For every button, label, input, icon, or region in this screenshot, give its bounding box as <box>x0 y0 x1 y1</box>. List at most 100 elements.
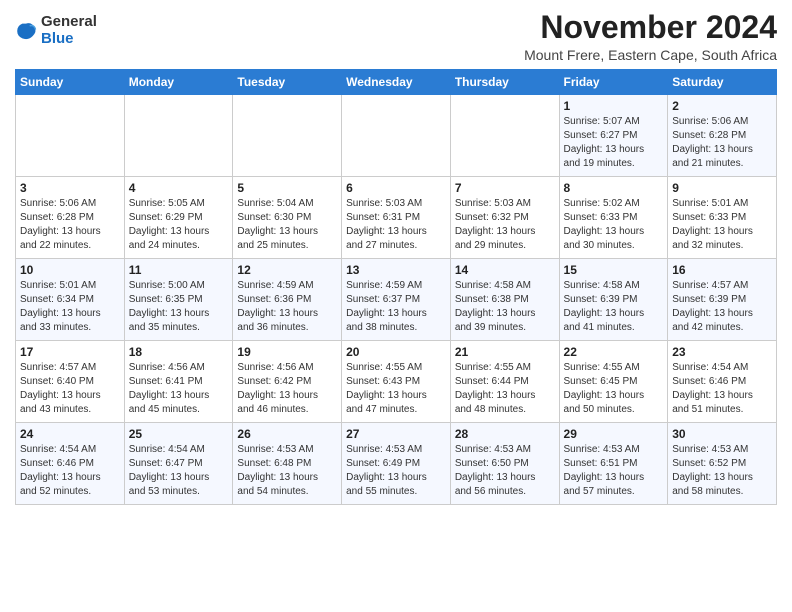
logo-general-text: General <box>41 14 97 31</box>
weekday-header-sunday: Sunday <box>16 70 125 95</box>
day-info: Sunrise: 5:01 AM Sunset: 6:34 PM Dayligh… <box>20 280 101 333</box>
calendar-cell: 29Sunrise: 4:53 AM Sunset: 6:51 PM Dayli… <box>559 423 668 505</box>
day-info: Sunrise: 5:03 AM Sunset: 6:32 PM Dayligh… <box>455 198 536 251</box>
day-info: Sunrise: 5:02 AM Sunset: 6:33 PM Dayligh… <box>564 198 645 251</box>
calendar-week-4: 17 Sunrise: 4:57 AM Sunset: 6:40 PM Dayli… <box>16 341 777 423</box>
day-info: Sunrise: 4:53 AM Sunset: 6:48 PM Dayligh… <box>237 444 318 497</box>
day-number: 11 <box>129 263 229 277</box>
day-number: 2 <box>672 99 772 113</box>
day-number: 21 <box>455 345 555 359</box>
logo-icon <box>15 20 37 42</box>
calendar-cell: 25 Sunrise: 4:54 AM Sunset: 6:47 PM Dayli… <box>124 423 233 505</box>
day-number: 23 <box>672 345 772 359</box>
day-info: Sunrise: 5:00 AM Sunset: 6:35 PM Dayligh… <box>129 280 210 333</box>
calendar-week-5: 24Sunrise: 4:54 AM Sunset: 6:46 PM Dayli… <box>16 423 777 505</box>
day-number: 22 <box>564 345 664 359</box>
calendar-cell: 12Sunrise: 4:59 AM Sunset: 6:36 PM Dayli… <box>233 259 342 341</box>
weekday-header-thursday: Thursday <box>450 70 559 95</box>
day-info: Sunrise: 4:55 AM Sunset: 6:45 PM Dayligh… <box>564 362 645 415</box>
day-info: Sunrise: 4:55 AM Sunset: 6:44 PM Dayligh… <box>455 362 536 415</box>
calendar-cell <box>342 95 451 177</box>
title-area: November 2024 Mount Frere, Eastern Cape,… <box>524 10 777 63</box>
day-info: Sunrise: 5:04 AM Sunset: 6:30 PM Dayligh… <box>237 198 318 251</box>
calendar-cell: 16 Sunrise: 4:57 AM Sunset: 6:39 PM Dayli… <box>668 259 777 341</box>
day-number: 19 <box>237 345 337 359</box>
weekday-row: SundayMondayTuesdayWednesdayThursdayFrid… <box>16 70 777 95</box>
day-number: 6 <box>346 181 446 195</box>
day-info: Sunrise: 4:54 AM Sunset: 6:47 PM Dayligh… <box>129 444 210 497</box>
calendar-cell: 23 Sunrise: 4:54 AM Sunset: 6:46 PM Dayli… <box>668 341 777 423</box>
calendar-body: 1 Sunrise: 5:07 AM Sunset: 6:27 PM Daylig… <box>16 95 777 505</box>
calendar-cell: 27 Sunrise: 4:53 AM Sunset: 6:49 PM Dayli… <box>342 423 451 505</box>
calendar-week-1: 1 Sunrise: 5:07 AM Sunset: 6:27 PM Daylig… <box>16 95 777 177</box>
weekday-header-monday: Monday <box>124 70 233 95</box>
day-info: Sunrise: 4:53 AM Sunset: 6:52 PM Dayligh… <box>672 444 753 497</box>
calendar-cell: 22 Sunrise: 4:55 AM Sunset: 6:45 PM Dayli… <box>559 341 668 423</box>
day-number: 27 <box>346 427 446 441</box>
day-info: Sunrise: 5:06 AM Sunset: 6:28 PM Dayligh… <box>20 198 101 251</box>
day-number: 16 <box>672 263 772 277</box>
calendar-cell: 7Sunrise: 5:03 AM Sunset: 6:32 PM Daylig… <box>450 177 559 259</box>
day-number: 24 <box>20 427 120 441</box>
calendar-cell: 5 Sunrise: 5:04 AM Sunset: 6:30 PM Daylig… <box>233 177 342 259</box>
day-number: 8 <box>564 181 664 195</box>
day-number: 10 <box>20 263 120 277</box>
calendar-cell: 18 Sunrise: 4:56 AM Sunset: 6:41 PM Dayli… <box>124 341 233 423</box>
calendar-cell: 24Sunrise: 4:54 AM Sunset: 6:46 PM Dayli… <box>16 423 125 505</box>
calendar-cell: 8 Sunrise: 5:02 AM Sunset: 6:33 PM Daylig… <box>559 177 668 259</box>
calendar-cell: 10 Sunrise: 5:01 AM Sunset: 6:34 PM Dayli… <box>16 259 125 341</box>
day-number: 9 <box>672 181 772 195</box>
day-number: 25 <box>129 427 229 441</box>
day-number: 13 <box>346 263 446 277</box>
weekday-header-wednesday: Wednesday <box>342 70 451 95</box>
day-info: Sunrise: 4:53 AM Sunset: 6:49 PM Dayligh… <box>346 444 427 497</box>
day-info: Sunrise: 5:03 AM Sunset: 6:31 PM Dayligh… <box>346 198 427 251</box>
weekday-header-saturday: Saturday <box>668 70 777 95</box>
day-info: Sunrise: 4:57 AM Sunset: 6:40 PM Dayligh… <box>20 362 101 415</box>
calendar-cell <box>233 95 342 177</box>
day-number: 28 <box>455 427 555 441</box>
calendar-cell <box>124 95 233 177</box>
day-number: 3 <box>20 181 120 195</box>
day-number: 1 <box>564 99 664 113</box>
day-number: 15 <box>564 263 664 277</box>
calendar-cell: 14 Sunrise: 4:58 AM Sunset: 6:38 PM Dayli… <box>450 259 559 341</box>
calendar-cell: 20 Sunrise: 4:55 AM Sunset: 6:43 PM Dayli… <box>342 341 451 423</box>
day-info: Sunrise: 5:05 AM Sunset: 6:29 PM Dayligh… <box>129 198 210 251</box>
calendar-cell <box>450 95 559 177</box>
day-number: 14 <box>455 263 555 277</box>
calendar-cell: 15 Sunrise: 4:58 AM Sunset: 6:39 PM Dayli… <box>559 259 668 341</box>
day-info: Sunrise: 4:57 AM Sunset: 6:39 PM Dayligh… <box>672 280 753 333</box>
weekday-header-tuesday: Tuesday <box>233 70 342 95</box>
calendar-cell: 6 Sunrise: 5:03 AM Sunset: 6:31 PM Daylig… <box>342 177 451 259</box>
day-info: Sunrise: 4:58 AM Sunset: 6:38 PM Dayligh… <box>455 280 536 333</box>
calendar-cell: 4Sunrise: 5:05 AM Sunset: 6:29 PM Daylig… <box>124 177 233 259</box>
day-number: 5 <box>237 181 337 195</box>
calendar-cell: 26 Sunrise: 4:53 AM Sunset: 6:48 PM Dayli… <box>233 423 342 505</box>
day-number: 17 <box>20 345 120 359</box>
day-number: 18 <box>129 345 229 359</box>
calendar-cell <box>16 95 125 177</box>
location: Mount Frere, Eastern Cape, South Africa <box>524 47 777 63</box>
day-info: Sunrise: 4:59 AM Sunset: 6:36 PM Dayligh… <box>237 280 318 333</box>
day-info: Sunrise: 5:06 AM Sunset: 6:28 PM Dayligh… <box>672 116 753 169</box>
calendar-header: SundayMondayTuesdayWednesdayThursdayFrid… <box>16 70 777 95</box>
calendar-cell: 11 Sunrise: 5:00 AM Sunset: 6:35 PM Dayli… <box>124 259 233 341</box>
day-number: 20 <box>346 345 446 359</box>
day-info: Sunrise: 4:56 AM Sunset: 6:41 PM Dayligh… <box>129 362 210 415</box>
day-number: 30 <box>672 427 772 441</box>
calendar-cell: 21 Sunrise: 4:55 AM Sunset: 6:44 PM Dayli… <box>450 341 559 423</box>
logo-blue-text: Blue <box>41 31 97 48</box>
day-number: 26 <box>237 427 337 441</box>
day-info: Sunrise: 4:54 AM Sunset: 6:46 PM Dayligh… <box>672 362 753 415</box>
month-title: November 2024 <box>524 10 777 45</box>
calendar-table: SundayMondayTuesdayWednesdayThursdayFrid… <box>15 69 777 505</box>
day-info: Sunrise: 4:58 AM Sunset: 6:39 PM Dayligh… <box>564 280 645 333</box>
page-container: General Blue November 2024 Mount Frere, … <box>0 0 792 515</box>
calendar-cell: 30 Sunrise: 4:53 AM Sunset: 6:52 PM Dayli… <box>668 423 777 505</box>
day-info: Sunrise: 4:55 AM Sunset: 6:43 PM Dayligh… <box>346 362 427 415</box>
day-info: Sunrise: 4:59 AM Sunset: 6:37 PM Dayligh… <box>346 280 427 333</box>
day-info: Sunrise: 5:07 AM Sunset: 6:27 PM Dayligh… <box>564 116 645 169</box>
calendar-week-2: 3 Sunrise: 5:06 AM Sunset: 6:28 PM Daylig… <box>16 177 777 259</box>
calendar-cell: 13 Sunrise: 4:59 AM Sunset: 6:37 PM Dayli… <box>342 259 451 341</box>
